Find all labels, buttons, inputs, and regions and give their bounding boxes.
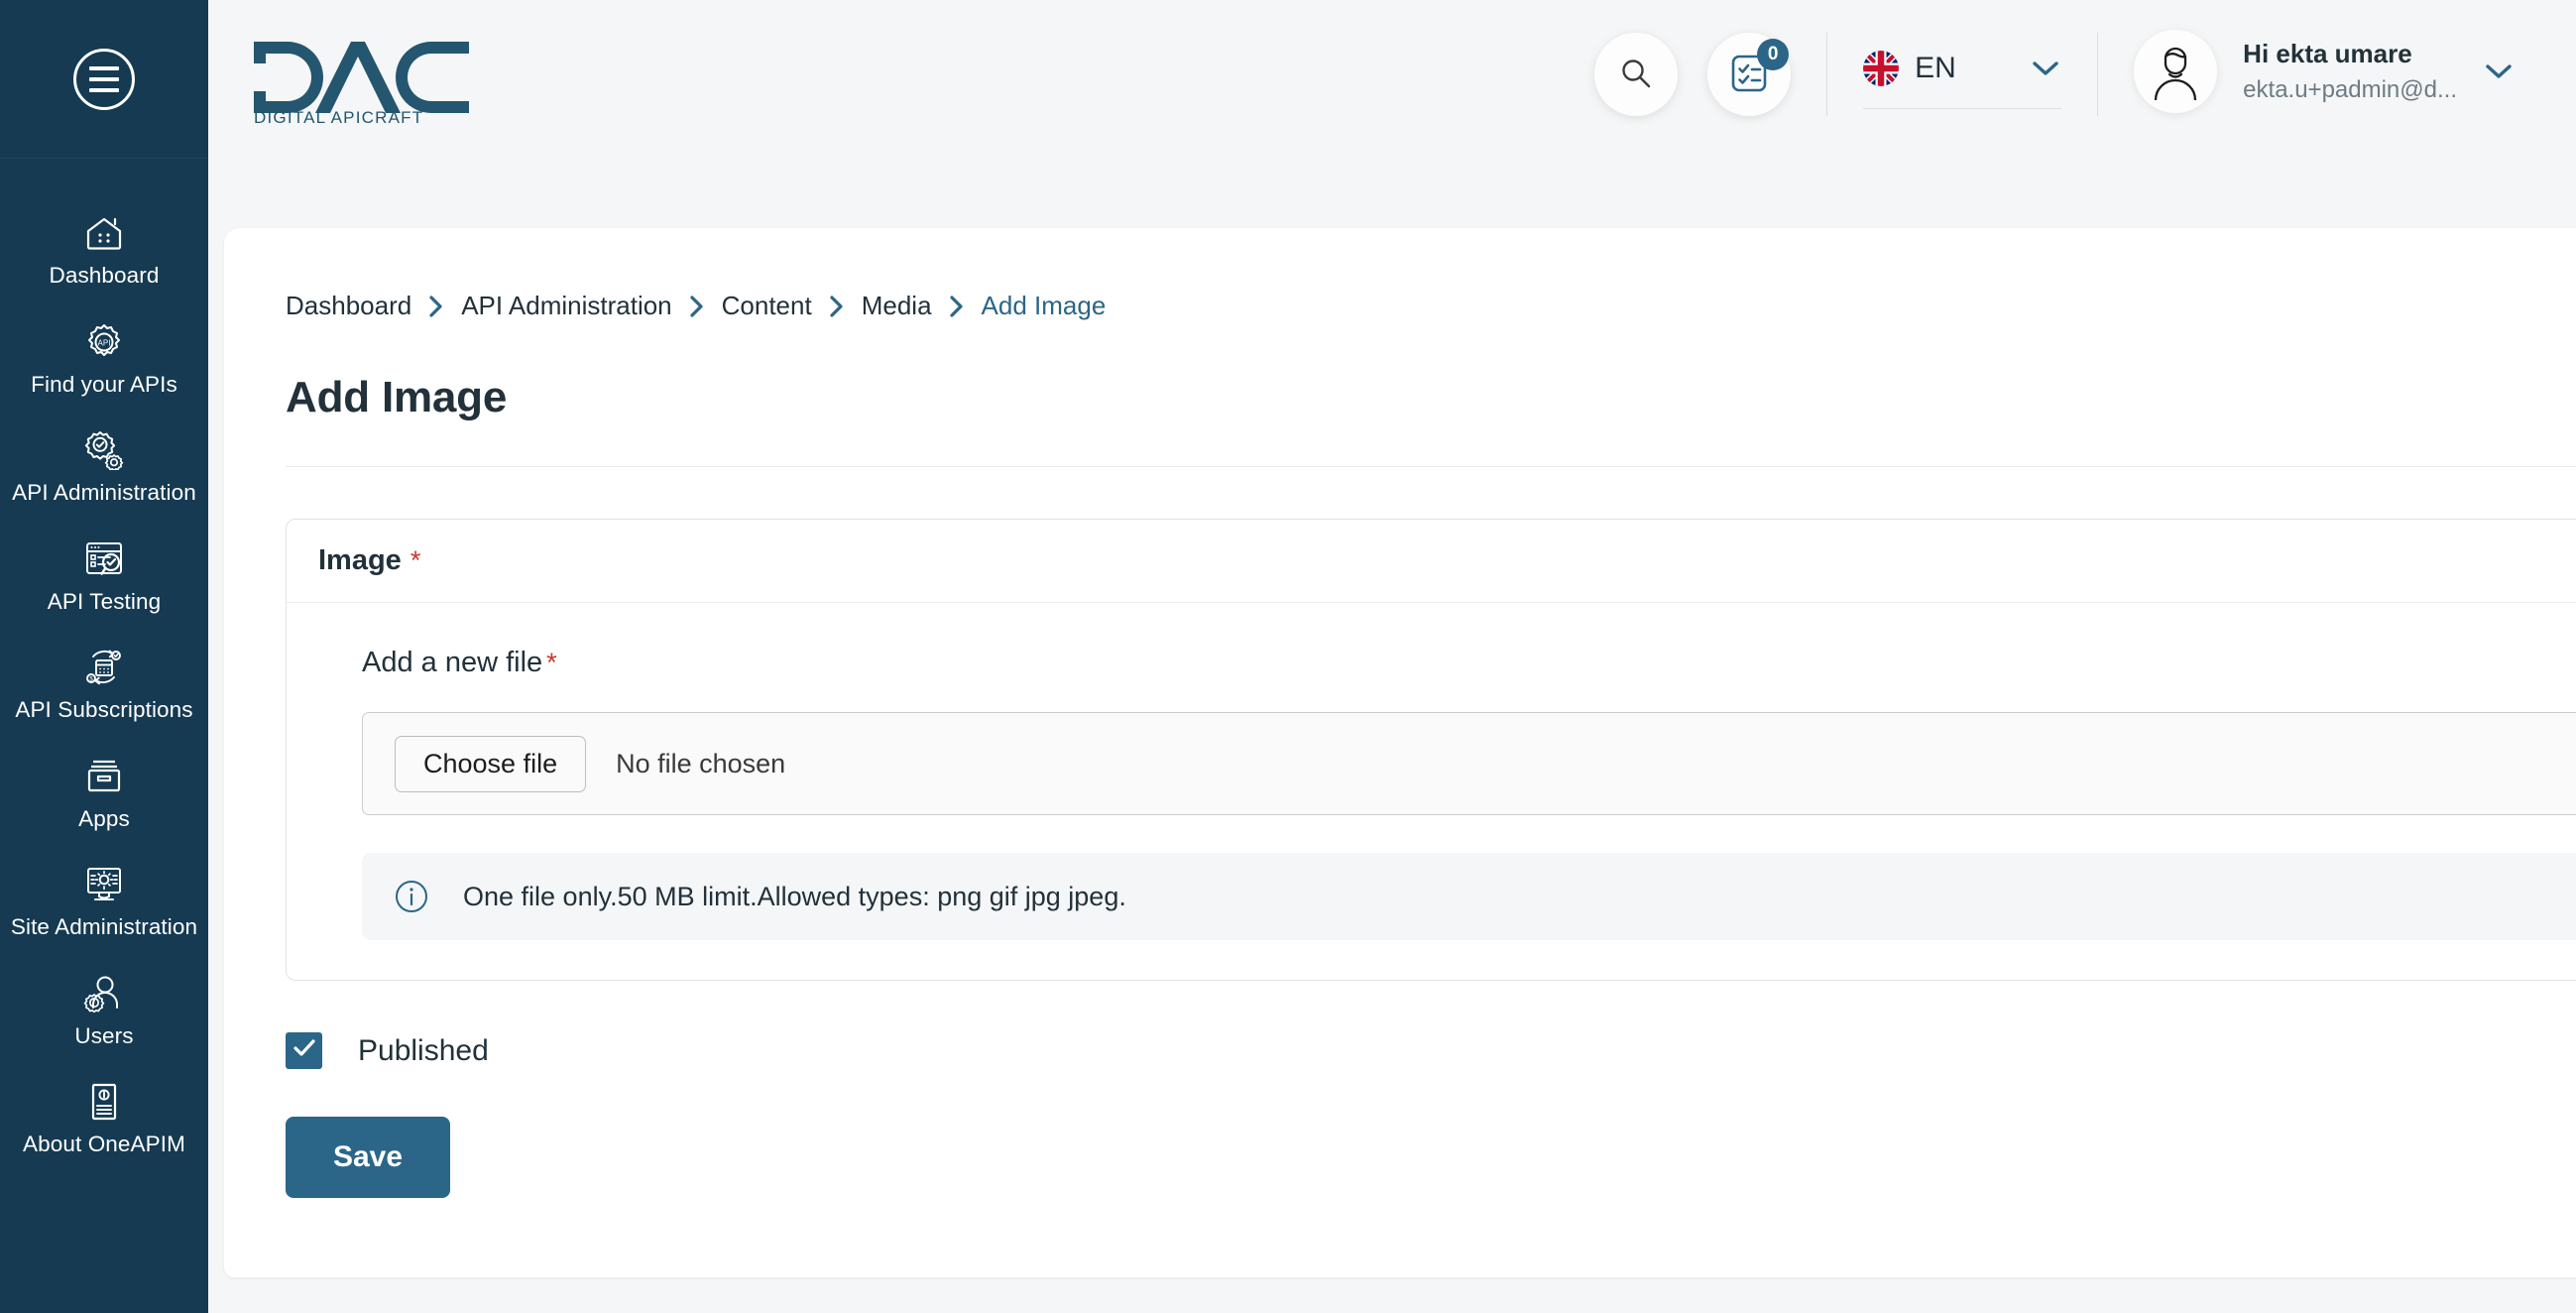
header-divider-1 (1826, 33, 1828, 116)
chevron-down-icon (2030, 58, 2061, 79)
chevron-right-icon (688, 294, 706, 319)
chevron-down-icon (2483, 60, 2515, 82)
sidebar-item-about-oneapim[interactable]: About OneAPIM (0, 1067, 208, 1176)
add-file-label: Add a new file * (287, 647, 2576, 679)
language-selector[interactable]: EN (1863, 41, 2062, 109)
page-title: Add Image (286, 373, 508, 421)
users-person-gear-icon (81, 973, 127, 1015)
sidebar-item-users[interactable]: Users (0, 959, 208, 1068)
title-divider (286, 466, 2576, 467)
app-root: Dashboard API Find your APIs API Adminis… (0, 0, 2576, 1313)
check-icon (293, 1038, 316, 1063)
api-gear-search-icon: API (81, 321, 127, 363)
sidebar-item-label: About OneAPIM (23, 1132, 185, 1157)
sidebar-item-label: Site Administration (10, 914, 198, 940)
search-button[interactable] (1594, 33, 1679, 116)
user-greeting: Hi ekta umare (2243, 39, 2412, 68)
user-avatar-icon (2134, 30, 2218, 113)
uk-flag-icon (1863, 50, 1900, 86)
about-document-info-icon (81, 1081, 127, 1123)
file-info-bar: One file only.50 MB limit.Allowed types:… (362, 853, 2576, 940)
top-header: DIGITAL APICRAFT 0 EN Hi ekta umare ekta… (208, 0, 2576, 226)
breadcrumb-item-api-administration[interactable]: API Administration (461, 291, 671, 321)
menu-toggle-button[interactable] (73, 48, 135, 110)
image-panel-header: Image * (287, 520, 2576, 603)
sidebar-item-label: Users (74, 1022, 134, 1048)
breadcrumb-item-content[interactable]: Content (722, 291, 812, 321)
sidebar-item-api-testing[interactable]: API Testing (0, 525, 208, 634)
image-panel: Image * Add a new file * Choose file No … (286, 519, 2576, 981)
user-menu[interactable]: Hi ekta umare ekta.u+padmin@d... (2134, 30, 2515, 119)
api-testing-checklist-icon (81, 538, 127, 580)
sidebar-item-dashboard[interactable]: Dashboard (0, 198, 208, 307)
sidebar-item-label: API Subscriptions (15, 697, 193, 723)
required-asterisk: * (546, 648, 557, 677)
image-panel-title: Image * (318, 544, 420, 577)
api-admin-gears-icon (81, 429, 127, 471)
image-panel-body: Add a new file * Choose file No file cho… (287, 603, 2576, 980)
required-asterisk: * (410, 545, 421, 575)
file-chosen-status: No file chosen (616, 748, 786, 778)
tasks-button[interactable]: 0 (1707, 33, 1792, 116)
sidebar-item-apps[interactable]: Apps (0, 742, 208, 851)
add-file-label-text: Add a new file (362, 647, 543, 678)
sidebar-item-api-administration[interactable]: API Administration (0, 416, 208, 525)
main-area: DIGITAL APICRAFT 0 EN Hi ekta umare ekta… (208, 0, 2576, 1313)
svg-text:API: API (98, 338, 111, 347)
sidebar-item-site-administration[interactable]: Site Administration (0, 850, 208, 959)
apps-archive-box-icon (81, 756, 127, 797)
file-info-text: One file only.50 MB limit.Allowed types:… (463, 881, 1126, 911)
sidebar-header (0, 0, 208, 159)
chevron-right-icon (427, 294, 445, 319)
tasks-badge: 0 (1757, 39, 1790, 70)
language-code: EN (1915, 51, 1956, 84)
breadcrumb-item-media[interactable]: Media (862, 291, 932, 321)
save-button[interactable]: Save (286, 1117, 450, 1198)
user-email: ekta.u+padmin@d... (2243, 76, 2457, 103)
chevron-right-icon (828, 294, 846, 319)
sidebar-item-label: API Administration (12, 480, 196, 506)
published-checkbox[interactable] (286, 1032, 322, 1069)
published-label: Published (358, 1033, 489, 1067)
sidebar-nav: Dashboard API Find your APIs API Adminis… (0, 159, 208, 1176)
site-admin-monitor-icon (81, 864, 127, 905)
choose-file-button[interactable]: Choose file (395, 735, 587, 792)
brand-logo[interactable]: DIGITAL APICRAFT (244, 0, 472, 125)
api-subscriptions-calendar-icon: $ (81, 647, 127, 688)
content-card: Dashboard API Administration Content Med… (224, 228, 2576, 1277)
search-icon (1619, 57, 1653, 93)
user-info: Hi ekta umare ekta.u+padmin@d... (2243, 39, 2457, 104)
published-row: Published (286, 1032, 2576, 1069)
image-panel-title-text: Image (318, 544, 402, 576)
breadcrumb: Dashboard API Administration Content Med… (286, 228, 2576, 321)
breadcrumb-item-add-image: Add Image (981, 291, 1107, 320)
sidebar-item-label: API Testing (47, 588, 162, 614)
sidebar-item-find-your-apis[interactable]: API Find your APIs (0, 307, 208, 417)
chevron-right-icon (948, 294, 966, 319)
header-actions: 0 EN Hi ekta umare ekta.u+padmin@d... (1594, 0, 2515, 119)
svg-text:DIGITAL APICRAFT: DIGITAL APICRAFT (254, 108, 423, 125)
info-circle-icon (392, 877, 431, 916)
breadcrumb-item-dashboard[interactable]: Dashboard (286, 291, 411, 321)
sidebar-item-label: Dashboard (49, 263, 160, 288)
sidebar-item-label: Apps (78, 805, 130, 831)
sidebar-item-label: Find your APIs (31, 371, 177, 397)
sidebar-item-api-subscriptions[interactable]: $ API Subscriptions (0, 633, 208, 742)
dashboard-home-icon (81, 212, 127, 254)
file-input-row[interactable]: Choose file No file chosen (362, 712, 2576, 815)
header-divider-2 (2097, 33, 2099, 116)
sidebar: Dashboard API Find your APIs API Adminis… (0, 0, 208, 1313)
